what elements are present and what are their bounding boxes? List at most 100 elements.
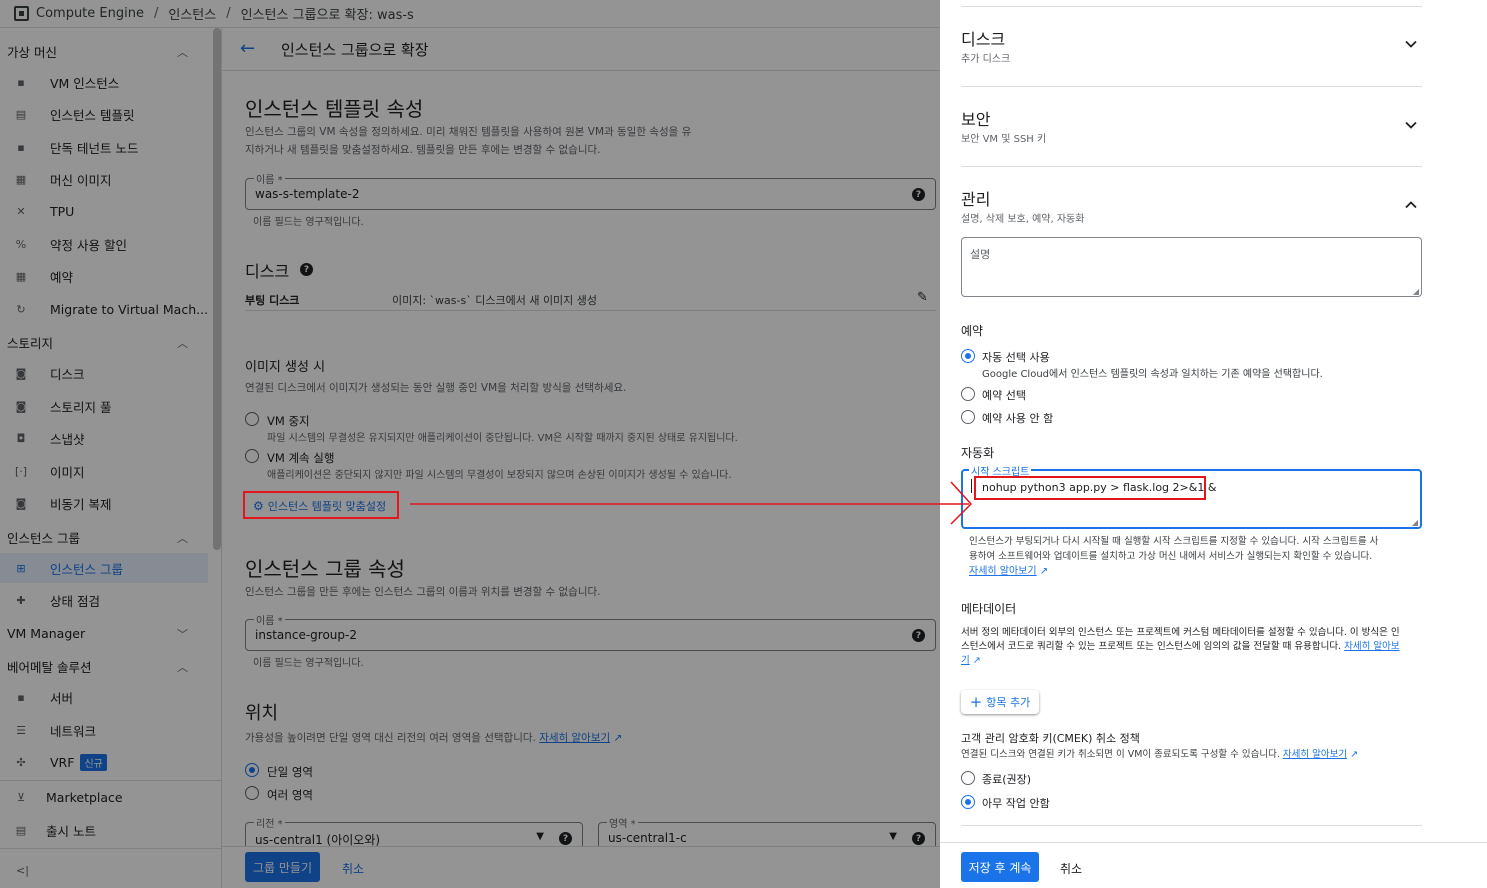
cmek-learn-more-link[interactable]: 자세히 알아보기 [1283, 749, 1347, 760]
add-item-button[interactable]: + 항목 추가 [961, 690, 1039, 714]
sidebar-item-reservations[interactable]: ▦ 예약 [0, 261, 208, 291]
radio-cmek-terminate[interactable] [961, 771, 975, 785]
disk-icon: ◙ [15, 366, 27, 380]
location-learn-more-link[interactable]: 자세히 알아보기 [539, 732, 610, 744]
chevron-up-icon[interactable]: ︿ [177, 659, 188, 675]
startup-script-help-1: 인스턴스가 부팅되거나 다시 시작될 때 실행할 시작 스크립트를 지정할 수 … [969, 536, 1379, 547]
template-name-hint: 이름 필드는 영구적입니다. [253, 217, 364, 228]
radio-reservation-none[interactable] [961, 410, 975, 424]
health-check-icon: ✚ [16, 593, 26, 607]
create-group-button[interactable]: 그룹 만들기 [245, 852, 320, 882]
help-icon[interactable]: ? [300, 263, 313, 276]
chevron-up-icon[interactable]: ︿ [177, 335, 188, 351]
background-page: Compute Engine / 인스턴스 / 인스턴스 그룹으로 확장: wa… [0, 0, 940, 888]
sidebar-section-storage[interactable]: 스토리지 [7, 333, 53, 352]
help-icon[interactable]: ? [912, 629, 925, 642]
sidebar-item-sole-tenant[interactable]: ▪ 단독 테넌트 노드 [0, 132, 208, 162]
template-props-title: 인스턴스 템플릿 속성 [245, 97, 424, 121]
storage-pool-icon: ◙ [15, 399, 27, 413]
panel-disk-title[interactable]: 디스크 [961, 26, 1005, 50]
chevron-down-icon[interactable] [1405, 38, 1417, 50]
help-icon[interactable]: ? [912, 832, 925, 845]
sidebar-item-vm-instances[interactable]: ▪ VM 인스턴스 [0, 67, 208, 97]
sidebar-item-snapshots[interactable]: ◘ 스냅샷 [0, 423, 208, 453]
edit-icon[interactable]: ✎ [917, 290, 928, 305]
chevron-down-icon[interactable] [1405, 119, 1417, 131]
metadata-desc-1: 서버 정의 메타데이터 외부의 인스턴스 또는 프로젝트에 커스텀 메타데이터를… [961, 627, 1400, 638]
image-creation-title: 이미지 생성 시 [245, 360, 326, 375]
sidebar-item-disks[interactable]: ◙ 디스크 [0, 358, 208, 388]
startup-script-learn-more[interactable]: 자세히 알아보기 ↗ [969, 562, 1048, 577]
sidebar-item-health-checks[interactable]: ✚ 상태 점검 [0, 585, 208, 615]
image-creation-desc: 연결된 디스크에서 이미지가 생성되는 동안 실행 중인 VM을 처리할 방식을… [245, 382, 627, 394]
sidebar-item-marketplace[interactable]: ⊻ Marketplace [0, 782, 208, 812]
radio-vm-keep-running[interactable] [245, 449, 259, 463]
radio-single-zone[interactable] [245, 763, 259, 777]
sidebar-item-storage-pools[interactable]: ◙ 스토리지 풀 [0, 391, 208, 421]
radio-vm-stop[interactable] [245, 412, 259, 426]
external-link-icon: ↗ [1039, 566, 1049, 577]
tpu-icon: ✕ [16, 204, 26, 218]
sidebar-section-vm[interactable]: 가상 머신 [7, 42, 57, 61]
panel-disk-subtitle: 추가 디스크 [961, 54, 1011, 65]
snapshot-icon: ◘ [16, 431, 26, 445]
resize-handle-icon[interactable]: ◢ [1412, 518, 1418, 527]
new-badge: 신규 [80, 753, 107, 771]
sidebar-item-migrate[interactable]: ↻ Migrate to Virtual Mach... [0, 294, 208, 324]
multi-zone-label: 여러 영역 [267, 788, 313, 802]
sidebar-item-images[interactable]: [·] 이미지 [0, 456, 208, 486]
instance-group-icon: ⊞ [16, 561, 26, 575]
chevron-down-icon[interactable]: ﹀ [177, 626, 188, 642]
disk-title: 디스크 [245, 262, 290, 281]
radio-reservation-auto[interactable] [961, 349, 975, 363]
sidebar-section-instance-groups[interactable]: 인스턴스 그룹 [7, 528, 80, 547]
group-name-field[interactable]: 이름 * instance-group-2 ? [245, 612, 936, 651]
radio-reservation-select[interactable] [961, 387, 975, 401]
sidebar-item-vrf[interactable]: ✣ VRF 신규 [0, 747, 208, 777]
sidebar-item-servers[interactable]: ▪ 서버 [0, 682, 208, 712]
reservation-auto-desc: Google Cloud에서 인스턴스 템플릿의 속성과 일치하는 기존 예약을… [982, 369, 1323, 380]
breadcrumb-section[interactable]: 인스턴스 [168, 4, 216, 23]
cancel-button[interactable]: 취소 [342, 860, 364, 877]
plus-icon: + [969, 693, 983, 711]
description-textarea[interactable]: 설명 ◢ [961, 237, 1422, 297]
back-arrow-icon[interactable]: ← [240, 38, 255, 59]
sidebar-item-instance-templates[interactable]: ▤ 인스턴스 템플릿 [0, 99, 208, 129]
location-desc: 가용성을 높이려면 단일 영역 대신 리전의 여러 영역을 선택합니다. 자세히… [245, 732, 623, 744]
panel-security-title[interactable]: 보안 [961, 106, 990, 130]
metadata-learn-more-link[interactable]: 자세히 알아보 [1344, 641, 1399, 652]
sidebar-item-instance-groups[interactable]: ⊞ 인스턴스 그룹 [0, 553, 208, 583]
metadata-title: 메타데이터 [961, 602, 1017, 616]
radio-cmek-none[interactable] [961, 795, 975, 809]
panel-cancel-button[interactable]: 취소 [1060, 860, 1082, 877]
sidebar-item-networks[interactable]: ☰ 네트워크 [0, 715, 208, 745]
chevron-up-icon[interactable] [1405, 199, 1417, 211]
resize-handle-icon[interactable]: ◢ [1413, 287, 1419, 296]
compute-engine-icon [14, 6, 29, 21]
cmek-desc: 연결된 디스크와 연결된 키가 취소되면 이 VM이 종료되도록 구성할 수 있… [961, 749, 1359, 760]
sidebar-item-cud[interactable]: % 약정 사용 할인 [0, 229, 208, 259]
help-icon[interactable]: ? [559, 832, 572, 845]
save-continue-button[interactable]: 저장 후 계속 [961, 852, 1039, 882]
percent-icon: % [15, 237, 27, 251]
cart-icon: ⊻ [16, 790, 26, 804]
sidebar-item-async-replication[interactable]: ◙ 비동기 복제 [0, 488, 208, 518]
vrf-icon: ✣ [16, 755, 26, 769]
metadata-learn-more-cont[interactable]: 기 ↗ [961, 652, 981, 666]
sidebar-section-vm-manager[interactable]: VM Manager [7, 626, 85, 641]
chevron-up-icon[interactable]: ︿ [177, 530, 188, 546]
sidebar-item-machine-images[interactable]: ▦ 머신 이미지 [0, 164, 208, 194]
collapse-sidebar-button[interactable]: <| [16, 864, 29, 877]
help-icon[interactable]: ? [912, 188, 925, 201]
chevron-up-icon[interactable]: ︿ [177, 44, 188, 60]
sidebar-item-tpu[interactable]: ✕ TPU [0, 196, 208, 226]
sidebar-scrollbar[interactable] [213, 28, 221, 550]
panel-management-title[interactable]: 관리 [961, 186, 990, 210]
breadcrumb-product[interactable]: Compute Engine [36, 6, 144, 21]
sidebar-item-release-notes[interactable]: ▤ 출시 노트 [0, 815, 208, 845]
template-name-field[interactable]: 이름 * was-s-template-2 ? [245, 171, 936, 210]
sidebar-section-bare-metal[interactable]: 베어메탈 솔루션 [7, 657, 91, 676]
reservation-none-label: 예약 사용 안 함 [982, 412, 1054, 425]
radio-multi-zone[interactable] [245, 786, 259, 800]
dropdown-arrow-icon: ▼ [536, 831, 544, 842]
